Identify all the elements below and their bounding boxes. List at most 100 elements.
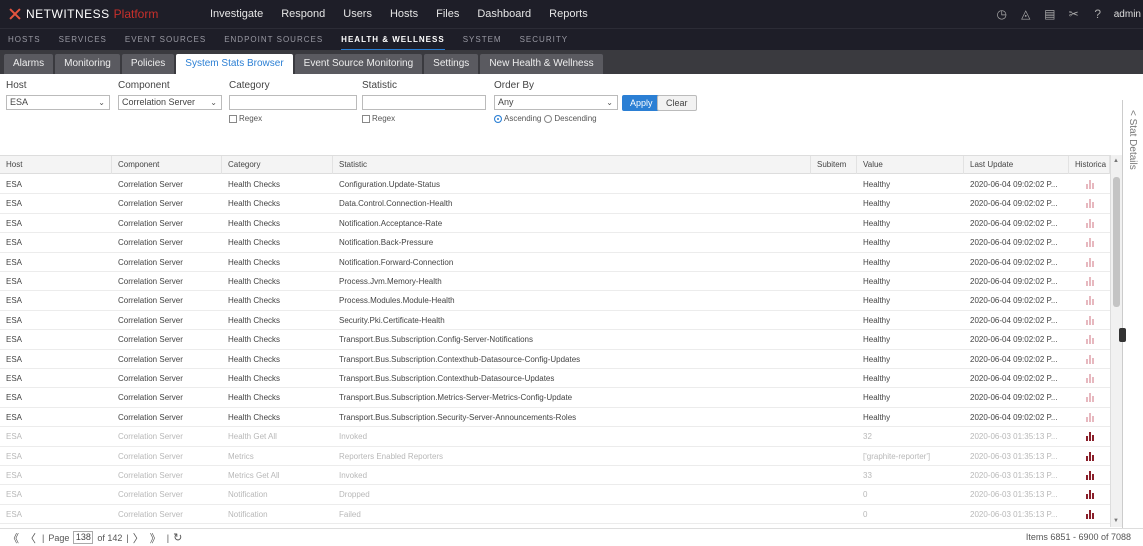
- nav-users[interactable]: Users: [343, 8, 372, 20]
- nav-hosts[interactable]: Hosts: [390, 8, 418, 20]
- cell-subitem: [811, 291, 857, 310]
- subnav-services[interactable]: SERVICES: [59, 29, 107, 51]
- subnav-endpoint-sources[interactable]: ENDPOINT SOURCES: [224, 29, 323, 51]
- nav-investigate[interactable]: Investigate: [210, 8, 263, 20]
- netwitness-logo[interactable]: NETWITNESS Platform: [0, 0, 210, 28]
- subnav-hosts[interactable]: HOSTS: [8, 29, 41, 51]
- col-value[interactable]: Value: [857, 156, 964, 174]
- table-row[interactable]: ESA Correlation Server Notification Failed 0…: [0, 505, 1110, 525]
- cell-component: Correlation Server: [118, 335, 183, 345]
- order-by-select[interactable]: Any ⌄: [494, 95, 618, 110]
- historical-chart-icon[interactable]: [1086, 509, 1096, 519]
- table-row[interactable]: ESA Correlation Server Health Checks Data.C…: [0, 194, 1110, 214]
- table-row[interactable]: ESA Correlation Server Health Checks Transp…: [0, 388, 1110, 408]
- cell-category: Health Checks: [228, 393, 281, 403]
- component-select[interactable]: Correlation Server ⌄: [118, 95, 222, 110]
- bell-icon[interactable]: ◬: [1014, 7, 1038, 21]
- tab-event-source-monitoring[interactable]: Event Source Monitoring: [294, 54, 423, 74]
- col-host[interactable]: Host: [0, 156, 112, 174]
- historical-chart-icon[interactable]: [1086, 451, 1096, 461]
- category-input[interactable]: [229, 95, 357, 110]
- col-category[interactable]: Category: [222, 156, 333, 174]
- tab-monitoring[interactable]: Monitoring: [55, 54, 120, 74]
- refresh-icon[interactable]: ↻: [173, 531, 182, 544]
- table-row[interactable]: ESA Correlation Server Health Checks Transp…: [0, 369, 1110, 389]
- previous-page-icon[interactable]: 〈: [25, 530, 36, 546]
- subnav-event-sources[interactable]: EVENT SOURCES: [125, 29, 206, 51]
- col-subitem[interactable]: Subitem: [811, 156, 857, 174]
- table-row[interactable]: ESA Correlation Server Health Checks Transp…: [0, 408, 1110, 428]
- tab-alarms[interactable]: Alarms: [4, 54, 54, 74]
- historical-chart-icon[interactable]: [1086, 393, 1096, 403]
- subnav-system[interactable]: SYSTEM: [463, 29, 502, 51]
- timer-icon[interactable]: ◷: [990, 7, 1014, 21]
- tab-new-health-wellness[interactable]: New Health & Wellness: [480, 54, 603, 74]
- tab-settings[interactable]: Settings: [424, 54, 479, 74]
- stat-details-panel[interactable]: < Stat Details: [1119, 100, 1143, 528]
- host-select[interactable]: ESA ⌄: [6, 95, 110, 110]
- cell-statistic: Configuration.Update-Status: [339, 180, 440, 189]
- historical-chart-icon[interactable]: [1086, 218, 1096, 228]
- tools-icon[interactable]: ✂: [1062, 7, 1086, 21]
- table-row[interactable]: ESA Correlation Server Health Checks Securi…: [0, 311, 1110, 331]
- page-number-input[interactable]: 138: [73, 531, 94, 544]
- historical-chart-icon[interactable]: [1086, 374, 1096, 383]
- nav-dashboard[interactable]: Dashboard: [477, 8, 531, 20]
- historical-chart-icon[interactable]: [1086, 412, 1096, 422]
- historical-chart-icon[interactable]: [1086, 315, 1096, 325]
- scroll-thumb[interactable]: [1113, 177, 1120, 307]
- statistic-regex-checkbox[interactable]: Regex: [362, 114, 395, 123]
- clear-button[interactable]: Clear: [657, 95, 697, 111]
- nav-respond[interactable]: Respond: [281, 8, 325, 20]
- nav-files[interactable]: Files: [436, 8, 459, 20]
- col-component[interactable]: Component: [112, 156, 222, 174]
- subnav-security[interactable]: SECURITY: [520, 29, 568, 51]
- tab-policies[interactable]: Policies: [121, 54, 175, 74]
- table-row[interactable]: ESA Correlation Server Health Checks Config…: [0, 175, 1110, 195]
- table-row[interactable]: ESA Correlation Server Health Checks Notifi…: [0, 233, 1110, 253]
- user-menu[interactable]: admin: [1114, 9, 1141, 20]
- historical-chart-icon[interactable]: [1086, 296, 1096, 306]
- historical-chart-icon[interactable]: [1086, 180, 1096, 189]
- nav-reports[interactable]: Reports: [549, 8, 588, 20]
- category-regex-checkbox[interactable]: Regex: [229, 114, 262, 123]
- scroll-down-icon[interactable]: ▼: [1113, 518, 1119, 524]
- historical-chart-icon[interactable]: [1086, 277, 1096, 286]
- table-row[interactable]: ESA Correlation Server Health Checks Transp…: [0, 350, 1110, 369]
- tab-system-stats-browser[interactable]: System Stats Browser: [176, 54, 293, 74]
- historical-chart-icon[interactable]: [1086, 490, 1096, 500]
- table-row[interactable]: ESA Correlation Server Health Get All Invok…: [0, 427, 1110, 447]
- col-historical[interactable]: Historica: [1069, 156, 1110, 174]
- table-row[interactable]: ESA Correlation Server Health Checks Proces…: [0, 291, 1110, 311]
- scroll-up-icon[interactable]: ▲: [1113, 158, 1119, 164]
- statistic-input[interactable]: [362, 95, 486, 110]
- first-page-icon[interactable]: 《: [8, 530, 19, 546]
- top-icons: ◷ ◬ ▤ ✂ ? admin: [990, 0, 1143, 28]
- apply-button[interactable]: Apply: [622, 95, 661, 111]
- col-statistic[interactable]: Statistic: [333, 156, 811, 174]
- last-page-icon[interactable]: 》: [150, 530, 161, 546]
- table-row[interactable]: ESA Correlation Server Health Checks Proces…: [0, 272, 1110, 292]
- historical-chart-icon[interactable]: [1086, 354, 1096, 364]
- historical-chart-icon[interactable]: [1086, 335, 1096, 345]
- stat-details-toggle[interactable]: < Stat Details: [1127, 110, 1138, 170]
- table-row[interactable]: ESA Correlation Server Metrics Get All Invo…: [0, 466, 1110, 486]
- table-row[interactable]: ESA Correlation Server Metrics Reporters En…: [0, 447, 1110, 466]
- historical-chart-icon[interactable]: [1086, 471, 1096, 480]
- help-icon[interactable]: ?: [1086, 7, 1110, 21]
- historical-chart-icon[interactable]: [1086, 238, 1096, 248]
- table-row[interactable]: ESA Correlation Server Health Checks Notifi…: [0, 253, 1110, 272]
- historical-chart-icon[interactable]: [1086, 432, 1096, 442]
- historical-chart-icon[interactable]: [1086, 199, 1096, 209]
- notes-icon[interactable]: ▤: [1038, 7, 1062, 21]
- ascending-radio[interactable]: [494, 114, 502, 123]
- col-last-update[interactable]: Last Update: [964, 156, 1069, 174]
- table-row[interactable]: ESA Correlation Server Health Checks Transp…: [0, 330, 1110, 350]
- table-row[interactable]: ESA Correlation Server Health Checks Notifi…: [0, 214, 1110, 234]
- panel-resize-handle[interactable]: [1119, 328, 1126, 342]
- table-row[interactable]: ESA Correlation Server Notification Dropped…: [0, 485, 1110, 505]
- descending-radio[interactable]: [544, 114, 553, 123]
- subnav-health-wellness[interactable]: HEALTH & WELLNESS: [341, 29, 445, 51]
- next-page-icon[interactable]: 〉: [133, 530, 144, 546]
- historical-chart-icon[interactable]: [1086, 257, 1096, 267]
